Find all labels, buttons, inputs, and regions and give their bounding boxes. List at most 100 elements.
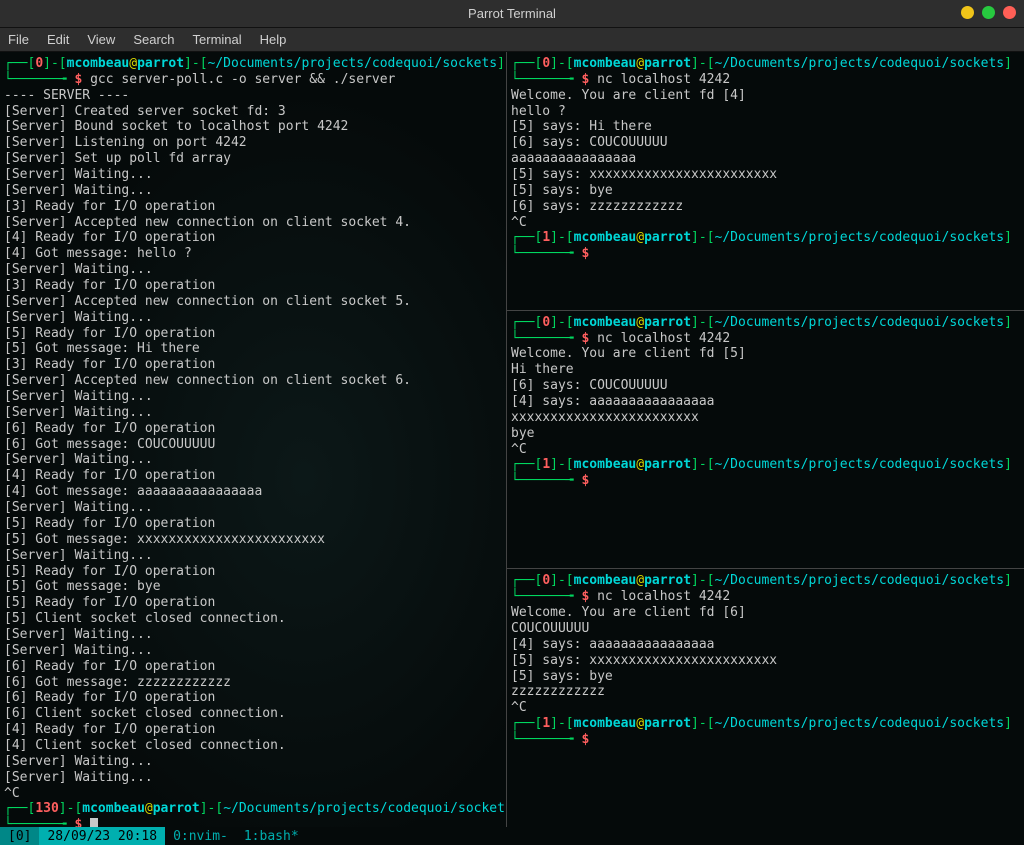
output-line: [5] says: bye [511, 669, 1020, 685]
terminal-pane-right-1[interactable]: ┌──[0]-[mcombeau@parrot]-[~/Documents/pr… [507, 52, 1024, 311]
terminal-right-column: ┌──[0]-[mcombeau@parrot]-[~/Documents/pr… [507, 52, 1024, 827]
terminal-pane-left[interactable]: ┌──[0]-[mcombeau@parrot]-[~/Documents/pr… [0, 52, 507, 827]
menu-search[interactable]: Search [133, 32, 174, 47]
menu-file[interactable]: File [8, 32, 29, 47]
output-line: xxxxxxxxxxxxxxxxxxxxxxxx [511, 410, 1020, 426]
output-line: [Server] Waiting... [4, 183, 502, 199]
output-line: [Server] Waiting... [4, 389, 502, 405]
menu-terminal[interactable]: Terminal [193, 32, 242, 47]
output-line: [4] Ready for I/O operation [4, 722, 502, 738]
output-line: hello ? [511, 104, 1020, 120]
command-line: └──────╼ $ gcc server-poll.c -o server &… [4, 72, 502, 88]
output-line: [6] says: COUCOUUUUU [511, 135, 1020, 151]
output-line: [4] Got message: aaaaaaaaaaaaaaaa [4, 484, 502, 500]
close-icon[interactable] [1003, 6, 1016, 19]
command-text: nc localhost 4242 [597, 589, 730, 604]
output-line: [5] says: xxxxxxxxxxxxxxxxxxxxxxxx [511, 167, 1020, 183]
menu-view[interactable]: View [87, 32, 115, 47]
output-line: [Server] Waiting... [4, 452, 502, 468]
prompt-line: ┌──[0]-[mcombeau@parrot]-[~/Documents/pr… [511, 315, 1020, 331]
prompt-line: ┌──[1]-[mcombeau@parrot]-[~/Documents/pr… [511, 457, 1020, 473]
tmux-status-bar: [0] 28/09/23 20:18 0:nvim- 1:bash* [0, 827, 1024, 845]
menu-bar: File Edit View Search Terminal Help [0, 28, 1024, 52]
output-line: [Server] Waiting... [4, 310, 502, 326]
output-line: [5] Ready for I/O operation [4, 564, 502, 580]
terminal-pane-right-2[interactable]: ┌──[0]-[mcombeau@parrot]-[~/Documents/pr… [507, 311, 1024, 570]
prompt-line: ┌──[1]-[mcombeau@parrot]-[~/Documents/pr… [511, 716, 1020, 732]
prompt-line: ┌──[0]-[mcombeau@parrot]-[~/Documents/pr… [511, 56, 1020, 72]
output-line: [6] Got message: COUCOUUUUU [4, 437, 502, 453]
output-line: [Server] Listening on port 4242 [4, 135, 502, 151]
output-line: zzzzzzzzzzzz [511, 684, 1020, 700]
output-line: [Server] Waiting... [4, 643, 502, 659]
output-line: [4] Got message: hello ? [4, 246, 502, 262]
output-line: COUCOUUUUU [511, 621, 1020, 637]
command-line: └──────╼ $ nc localhost 4242 [511, 72, 1020, 88]
output-line: [Server] Waiting... [4, 627, 502, 643]
output-line: ---- SERVER ---- [4, 88, 502, 104]
output-line: [Server] Bound socket to localhost port … [4, 119, 502, 135]
output-line: [5] says: xxxxxxxxxxxxxxxxxxxxxxxx [511, 653, 1020, 669]
cursor-icon [90, 818, 98, 827]
terminal-output: Welcome. You are client fd [4]hello ?[5]… [511, 88, 1020, 231]
output-line: [6] Ready for I/O operation [4, 690, 502, 706]
output-line: [Server] Waiting... [4, 770, 502, 786]
output-line: ^C [511, 700, 1020, 716]
window-title: Parrot Terminal [468, 6, 556, 21]
minimize-icon[interactable] [961, 6, 974, 19]
output-line: [Server] Waiting... [4, 262, 502, 278]
output-line: [5] says: bye [511, 183, 1020, 199]
output-line: [Server] Waiting... [4, 167, 502, 183]
output-line: [4] Client socket closed connection. [4, 738, 502, 754]
output-line: Welcome. You are client fd [5] [511, 346, 1020, 362]
command-line: └──────╼ $ nc localhost 4242 [511, 331, 1020, 347]
output-line: [5] Ready for I/O operation [4, 516, 502, 532]
status-session[interactable]: [0] [0, 827, 39, 845]
prompt-input[interactable]: └──────╼ $ [4, 817, 502, 827]
status-datetime: 28/09/23 20:18 [39, 827, 165, 845]
maximize-icon[interactable] [982, 6, 995, 19]
output-line: [Server] Set up poll fd array [4, 151, 502, 167]
prompt-line: ┌──[1]-[mcombeau@parrot]-[~/Documents/pr… [511, 230, 1020, 246]
output-line: ^C [511, 215, 1020, 231]
command-line: └──────╼ $ nc localhost 4242 [511, 589, 1020, 605]
output-line: [5] Got message: bye [4, 579, 502, 595]
menu-edit[interactable]: Edit [47, 32, 69, 47]
output-line: [6] says: zzzzzzzzzzzz [511, 199, 1020, 215]
terminal-container: ┌──[0]-[mcombeau@parrot]-[~/Documents/pr… [0, 52, 1024, 827]
status-window-1[interactable]: 1:bash* [236, 827, 307, 845]
output-line: bye [511, 426, 1020, 442]
output-line: [6] says: COUCOUUUUU [511, 378, 1020, 394]
output-line: [4] says: aaaaaaaaaaaaaaaa [511, 637, 1020, 653]
output-line: [5] Ready for I/O operation [4, 326, 502, 342]
terminal-pane-right-3[interactable]: ┌──[0]-[mcombeau@parrot]-[~/Documents/pr… [507, 569, 1024, 827]
output-line: [6] Got message: zzzzzzzzzzzz [4, 675, 502, 691]
output-line: [5] Client socket closed connection. [4, 611, 502, 627]
output-line: [6] Ready for I/O operation [4, 421, 502, 437]
menu-help[interactable]: Help [260, 32, 287, 47]
output-line: [3] Ready for I/O operation [4, 357, 502, 373]
output-line: ^C [4, 786, 502, 802]
output-line: [Server] Accepted new connection on clie… [4, 373, 502, 389]
output-line: [Server] Created server socket fd: 3 [4, 104, 502, 120]
titlebar: Parrot Terminal [0, 0, 1024, 28]
output-line: [5] says: Hi there [511, 119, 1020, 135]
output-line: [5] Got message: Hi there [4, 341, 502, 357]
output-line: [Server] Waiting... [4, 500, 502, 516]
output-line: Welcome. You are client fd [6] [511, 605, 1020, 621]
command-text: nc localhost 4242 [597, 72, 730, 87]
output-line: [Server] Waiting... [4, 754, 502, 770]
prompt-line: ┌──[130]-[mcombeau@parrot]-[~/Documents/… [4, 801, 502, 817]
window-controls [961, 6, 1016, 19]
prompt-input[interactable]: └──────╼ $ [511, 246, 1020, 262]
prompt-line: ┌──[0]-[mcombeau@parrot]-[~/Documents/pr… [4, 56, 502, 72]
prompt-input[interactable]: └──────╼ $ [511, 732, 1020, 748]
output-line: [Server] Accepted new connection on clie… [4, 294, 502, 310]
output-line: [5] Got message: xxxxxxxxxxxxxxxxxxxxxxx… [4, 532, 502, 548]
status-window-0[interactable]: 0:nvim- [165, 827, 236, 845]
output-line: [4] says: aaaaaaaaaaaaaaaa [511, 394, 1020, 410]
prompt-input[interactable]: └──────╼ $ [511, 473, 1020, 489]
output-line: [3] Ready for I/O operation [4, 199, 502, 215]
terminal-output: ---- SERVER ----[Server] Created server … [4, 88, 502, 802]
output-line: [Server] Waiting... [4, 405, 502, 421]
